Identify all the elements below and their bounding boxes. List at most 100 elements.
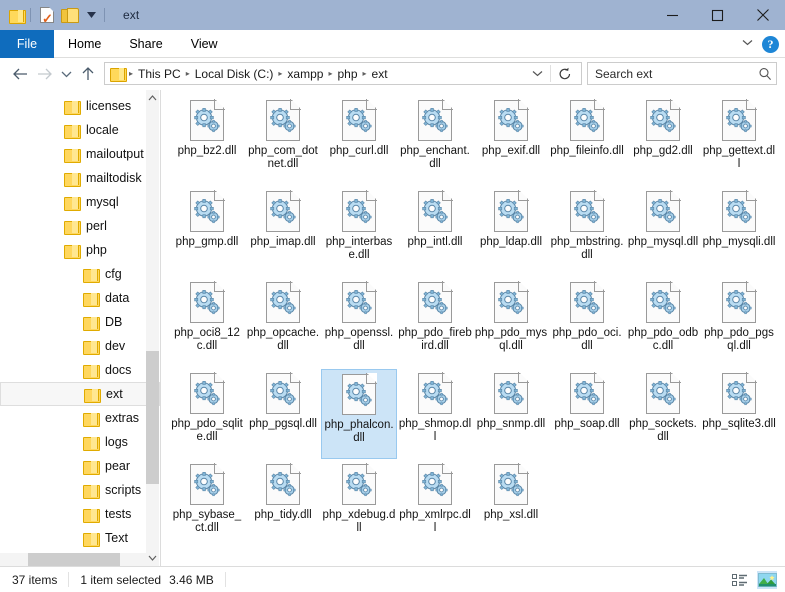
new-folder-icon[interactable] [61,8,77,22]
sidebar-scroll-track[interactable] [146,106,159,550]
file-name-label: php_mysql.dll [626,236,700,249]
file-item-selected[interactable]: php_phalcon.dll [321,369,397,459]
dll-file-icon [266,100,300,141]
dll-file-icon [570,100,604,141]
sidebar-item-tests[interactable]: tests [0,502,160,526]
customize-qat-caret-icon[interactable] [84,8,98,22]
file-item[interactable]: php_soap.dll [549,369,625,459]
sidebar-item-licenses[interactable]: licenses [0,94,160,118]
file-item[interactable]: php_sockets.dll [625,369,701,459]
up-button[interactable] [76,62,100,86]
file-item[interactable]: php_pdo_sqlite.dll [169,369,245,459]
tab-share[interactable]: Share [115,30,176,58]
file-item[interactable]: php_opcache.dll [245,278,321,368]
close-button[interactable] [740,0,785,30]
file-item[interactable]: php_sybase_ct.dll [169,460,245,550]
file-item[interactable]: php_imap.dll [245,187,321,277]
file-item[interactable]: php_pdo_pgsql.dll [701,278,777,368]
file-item[interactable]: php_com_dotnet.dll [245,96,321,186]
dll-file-icon [190,464,224,505]
sidebar-item-label: ext [106,387,123,401]
sidebar-item-php[interactable]: php [0,238,160,262]
file-item[interactable]: php_curl.dll [321,96,397,186]
file-item[interactable]: php_ldap.dll [473,187,549,277]
sidebar-scroll-thumb[interactable] [146,351,159,484]
sidebar-item-dev[interactable]: dev [0,334,160,358]
folder-icon[interactable] [9,9,24,22]
file-item[interactable]: php_gmp.dll [169,187,245,277]
file-item[interactable]: php_mysqli.dll [701,187,777,277]
file-item[interactable]: php_mysql.dll [625,187,701,277]
file-item[interactable]: php_pdo_oci.dll [549,278,625,368]
address-bar[interactable]: ▸ This PC ▸ Local Disk (C:) ▸ xampp ▸ ph… [104,62,582,85]
file-name-label: php_xmlrpc.dll [398,509,472,535]
sidebar-vertical-scrollbar[interactable] [146,90,159,566]
sidebar-item-ext[interactable]: ext [0,382,160,406]
sidebar-item-docs[interactable]: docs [0,358,160,382]
minimize-button[interactable] [650,0,695,30]
sidebar-item-perl[interactable]: perl [0,214,160,238]
file-item[interactable]: php_bz2.dll [169,96,245,186]
sidebar-item-text[interactable]: Text [0,526,160,550]
scroll-up-arrow-icon[interactable] [146,90,159,106]
sidebar-item-mailtodisk[interactable]: mailtodisk [0,166,160,190]
expand-ribbon-caret-icon[interactable] [742,39,753,49]
file-item[interactable]: php_pdo_mysql.dll [473,278,549,368]
breadcrumb-ext[interactable]: ext [368,67,392,81]
sidebar-item-data[interactable]: data [0,286,160,310]
file-item[interactable]: php_enchant.dll [397,96,473,186]
file-list-pane[interactable]: php_bz2.dllphp_com_dotnet.dllphp_curl.dl… [161,90,785,566]
breadcrumb-xampp[interactable]: xampp [283,67,327,81]
file-item[interactable]: php_intl.dll [397,187,473,277]
file-item[interactable]: php_xsl.dll [473,460,549,550]
file-item[interactable]: php_pdo_odbc.dll [625,278,701,368]
maximize-button[interactable] [695,0,740,30]
file-item[interactable]: php_shmop.dll [397,369,473,459]
file-item[interactable]: php_snmp.dll [473,369,549,459]
address-dropdown-caret-icon[interactable] [525,69,550,79]
back-button[interactable] [8,62,32,86]
recent-locations-button[interactable] [56,62,76,86]
properties-icon[interactable] [40,7,54,23]
breadcrumb-php[interactable]: php [333,67,361,81]
sidebar-item-mailoutput[interactable]: mailoutput [0,142,160,166]
file-item[interactable]: php_openssl.dll [321,278,397,368]
details-view-button[interactable] [730,571,750,589]
sidebar-horizontal-scrollbar[interactable] [0,553,148,566]
breadcrumb-local-disk[interactable]: Local Disk (C:) [191,67,278,81]
tab-file[interactable]: File [0,30,54,58]
sidebar-item-logs[interactable]: logs [0,430,160,454]
file-item[interactable]: php_xmlrpc.dll [397,460,473,550]
large-icons-view-button[interactable] [757,571,777,589]
file-item[interactable]: php_mbstring.dll [549,187,625,277]
file-item[interactable]: php_exif.dll [473,96,549,186]
sidebar-item-mysql[interactable]: mysql [0,190,160,214]
refresh-icon[interactable] [551,67,579,81]
sidebar-hscroll-thumb[interactable] [28,553,120,566]
folder-icon [64,172,79,185]
file-item[interactable]: php_pdo_firebird.dll [397,278,473,368]
search-icon[interactable] [758,67,772,81]
sidebar-item-extras[interactable]: extras [0,406,160,430]
file-item[interactable]: php_tidy.dll [245,460,321,550]
sidebar-item-db[interactable]: DB [0,310,160,334]
sidebar-item-cfg[interactable]: cfg [0,262,160,286]
help-icon[interactable]: ? [762,36,779,53]
search-input[interactable]: Search ext [595,67,758,81]
search-box[interactable]: Search ext [587,62,777,85]
forward-button[interactable] [32,62,56,86]
file-item[interactable]: php_fileinfo.dll [549,96,625,186]
file-item[interactable]: php_gd2.dll [625,96,701,186]
sidebar-item-pear[interactable]: pear [0,454,160,478]
tab-home[interactable]: Home [54,30,115,58]
sidebar-item-scripts[interactable]: scripts [0,478,160,502]
sidebar-item-locale[interactable]: locale [0,118,160,142]
file-item[interactable]: php_oci8_12c.dll [169,278,245,368]
file-item[interactable]: php_interbase.dll [321,187,397,277]
tab-view[interactable]: View [177,30,232,58]
file-item[interactable]: php_xdebug.dll [321,460,397,550]
breadcrumb-this-pc[interactable]: This PC [134,67,185,81]
file-item[interactable]: php_gettext.dll [701,96,777,186]
file-item[interactable]: php_sqlite3.dll [701,369,777,459]
file-item[interactable]: php_pgsql.dll [245,369,321,459]
